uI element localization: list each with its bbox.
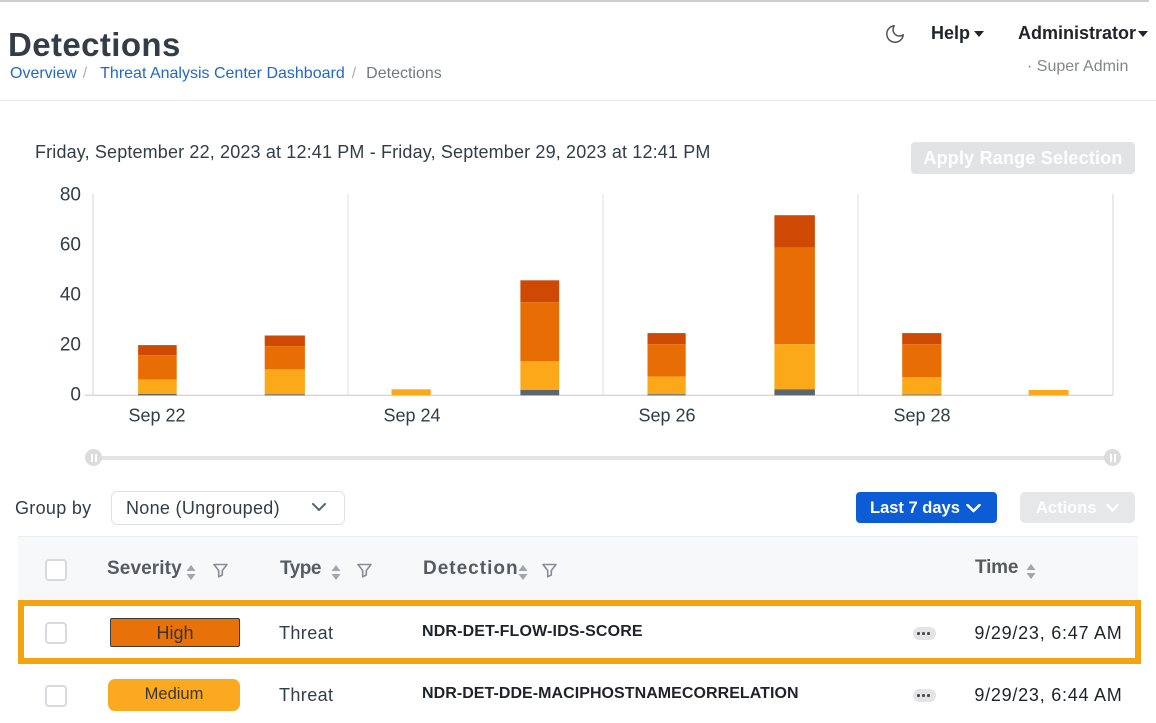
svg-text:60: 60 bbox=[60, 235, 81, 256]
svg-text:80: 80 bbox=[60, 185, 81, 206]
svg-text:20: 20 bbox=[60, 335, 81, 356]
svg-text:Sep 26: Sep 26 bbox=[638, 406, 695, 426]
svg-text:40: 40 bbox=[60, 285, 81, 306]
svg-text:Sep 28: Sep 28 bbox=[893, 406, 950, 426]
svg-text:Sep 22: Sep 22 bbox=[128, 406, 185, 426]
svg-text:Sep 24: Sep 24 bbox=[383, 406, 440, 426]
svg-text:0: 0 bbox=[70, 385, 81, 406]
